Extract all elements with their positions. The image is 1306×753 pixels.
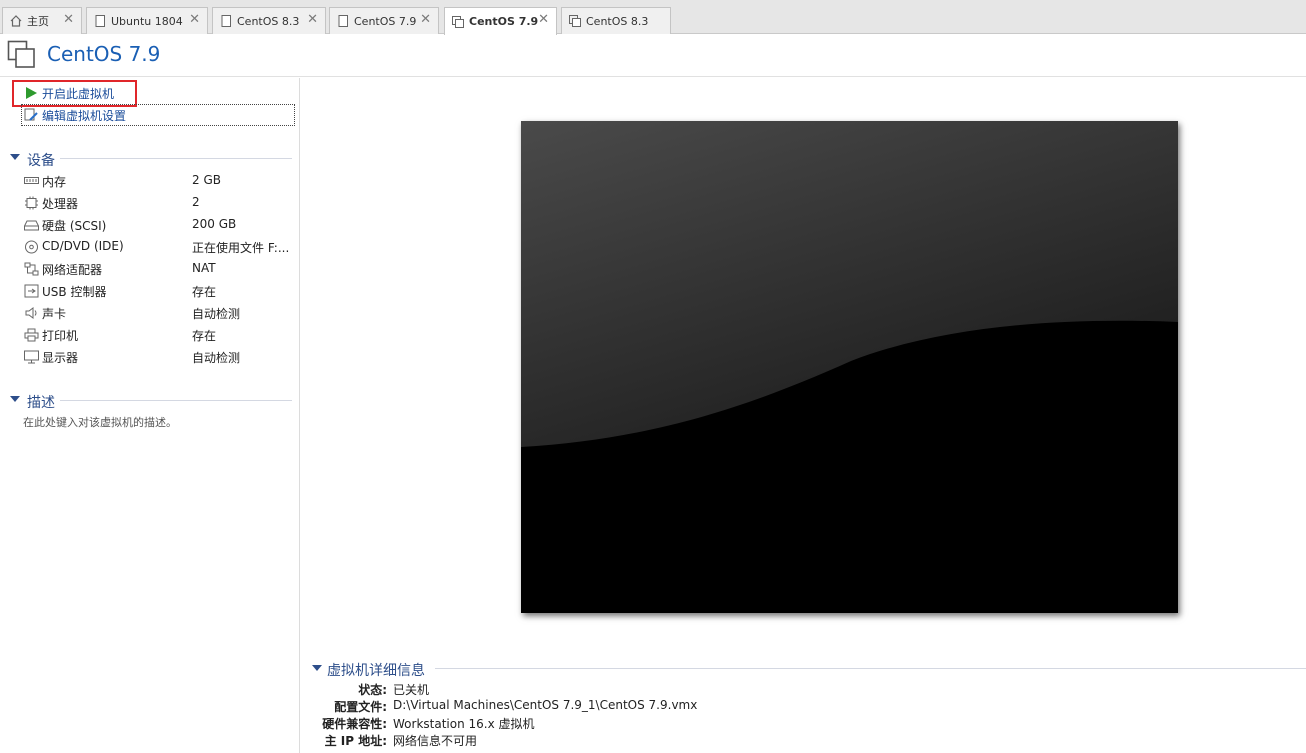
device-row-processor[interactable]: 处理器 2: [24, 193, 294, 213]
tab-label: 主页: [27, 15, 49, 28]
printer-icon: [24, 328, 39, 342]
play-icon: [26, 87, 37, 99]
device-name: CD/DVD (IDE): [42, 239, 124, 253]
tab-label: CentOS 7.9: [354, 14, 417, 28]
close-icon[interactable]: ✕: [420, 13, 431, 27]
close-icon[interactable]: ✕: [538, 13, 549, 27]
device-row-display[interactable]: 显示器 自动检测: [24, 347, 294, 367]
description-title: 描述: [27, 395, 55, 411]
edit-settings-button[interactable]: 编辑虚拟机设置: [24, 106, 126, 124]
device-row-printer[interactable]: 打印机 存在: [24, 325, 294, 345]
vm-stack-icon: [452, 15, 464, 28]
vm-page-icon: [338, 15, 348, 27]
tab-centos-7-9-active[interactable]: CentOS 7.9 ✕: [444, 7, 557, 35]
tab-label: CentOS 8.3: [586, 14, 649, 28]
device-value: NAT: [192, 261, 216, 275]
detail-label: 状态:: [358, 683, 387, 697]
collapse-triangle-icon[interactable]: [10, 154, 20, 160]
page-title: CentOS 7.9: [47, 42, 161, 66]
usb-icon: [24, 284, 39, 298]
device-value: 200 GB: [192, 217, 237, 231]
device-name: 硬盘 (SCSI): [42, 219, 107, 233]
detail-row-config-file: 配置文件: D:\Virtual Machines\CentOS 7.9_1\C…: [300, 698, 1100, 716]
device-row-network[interactable]: 网络适配器 NAT: [24, 259, 294, 279]
section-divider: [60, 400, 292, 401]
display-icon: [24, 350, 39, 364]
device-row-memory[interactable]: 内存 2 GB: [24, 171, 294, 191]
power-on-button[interactable]: 开启此虚拟机: [24, 84, 114, 102]
detail-value: 网络信息不可用: [393, 734, 478, 748]
tab-label: CentOS 8.3: [237, 14, 300, 28]
tab-label: Ubuntu 1804: [111, 14, 183, 28]
device-name: 网络适配器: [42, 263, 103, 277]
cdrom-icon: [25, 240, 38, 254]
device-value: 自动检测: [192, 351, 241, 365]
vm-page-icon: [221, 15, 231, 27]
vm-header: CentOS 7.9: [0, 35, 1306, 77]
detail-value: D:\Virtual Machines\CentOS 7.9_1\CentOS …: [393, 698, 698, 712]
devices-title: 设备: [27, 153, 55, 169]
device-value: 2: [192, 195, 200, 209]
detail-row-ip-address: 主 IP 地址: 网络信息不可用: [300, 732, 1100, 750]
vm-stack-icon: [569, 15, 581, 27]
collapse-triangle-icon[interactable]: [312, 665, 322, 671]
edit-settings-label: 编辑虚拟机设置: [42, 108, 127, 123]
processor-icon: [25, 196, 38, 210]
device-name: 声卡: [42, 307, 67, 321]
device-value: 2 GB: [192, 173, 221, 187]
vm-screen-preview[interactable]: [521, 121, 1178, 613]
tab-centos-7-9-page[interactable]: CentOS 7.9 ✕: [329, 7, 439, 34]
devices-section-header[interactable]: 设备: [10, 150, 292, 169]
vm-details-title: 虚拟机详细信息: [327, 663, 425, 679]
section-divider: [60, 158, 292, 159]
harddisk-icon: [24, 220, 39, 231]
detail-label: 主 IP 地址:: [324, 734, 387, 748]
tab-label: CentOS 7.9: [469, 15, 539, 28]
device-row-harddisk[interactable]: 硬盘 (SCSI) 200 GB: [24, 215, 294, 235]
detail-row-state: 状态: 已关机: [300, 681, 1100, 699]
device-value: 正在使用文件 F:...: [192, 241, 290, 255]
detail-value: Workstation 16.x 虚拟机: [393, 717, 535, 731]
tab-centos-8-3[interactable]: CentOS 8.3 ✕: [212, 7, 326, 34]
vm-summary-pane: 开启此虚拟机 编辑虚拟机设置 设备 内存 2 GB 处理器 2 硬盘 (SCSI…: [0, 78, 300, 753]
detail-label: 硬件兼容性:: [322, 717, 387, 731]
device-row-cdrom[interactable]: CD/DVD (IDE) 正在使用文件 F:...: [24, 237, 294, 257]
device-name: USB 控制器: [42, 285, 107, 299]
vm-details-section-header[interactable]: 虚拟机详细信息: [312, 660, 1306, 679]
detail-value: 已关机: [393, 683, 430, 697]
home-icon: [10, 15, 22, 27]
device-value: 存在: [192, 285, 217, 299]
close-icon[interactable]: ✕: [189, 13, 200, 27]
tab-home[interactable]: 主页 ✕: [2, 7, 82, 34]
device-name: 处理器: [42, 197, 79, 211]
section-divider: [435, 668, 1306, 669]
device-value: 自动检测: [192, 307, 241, 321]
edit-settings-icon: [24, 108, 38, 121]
vm-page-icon: [95, 15, 105, 27]
collapse-triangle-icon[interactable]: [10, 396, 20, 402]
device-name: 内存: [42, 175, 67, 189]
vm-stack-icon: [7, 40, 35, 68]
description-section-header[interactable]: 描述: [10, 392, 292, 411]
device-name: 显示器: [42, 351, 79, 365]
close-icon[interactable]: ✕: [63, 13, 74, 27]
device-row-sound[interactable]: 声卡 自动检测: [24, 303, 294, 323]
power-on-label: 开启此虚拟机: [42, 86, 115, 101]
memory-icon: [24, 177, 39, 184]
tab-centos-8-3-stack[interactable]: CentOS 8.3: [561, 7, 671, 34]
detail-row-hardware-compat: 硬件兼容性: Workstation 16.x 虚拟机: [300, 715, 1100, 733]
description-input[interactable]: 在此处键入对该虚拟机的描述。: [23, 414, 177, 430]
network-icon: [24, 262, 39, 276]
detail-label: 配置文件:: [334, 700, 387, 714]
close-icon[interactable]: ✕: [307, 13, 318, 27]
device-value: 存在: [192, 329, 217, 343]
sound-icon: [25, 307, 37, 319]
tab-bar: 主页 ✕ Ubuntu 1804 ✕ CentOS 8.3 ✕ CentOS 7…: [0, 0, 1306, 35]
tab-ubuntu-1804[interactable]: Ubuntu 1804 ✕: [86, 7, 208, 34]
device-name: 打印机: [42, 329, 79, 343]
device-row-usb[interactable]: USB 控制器 存在: [24, 281, 294, 301]
